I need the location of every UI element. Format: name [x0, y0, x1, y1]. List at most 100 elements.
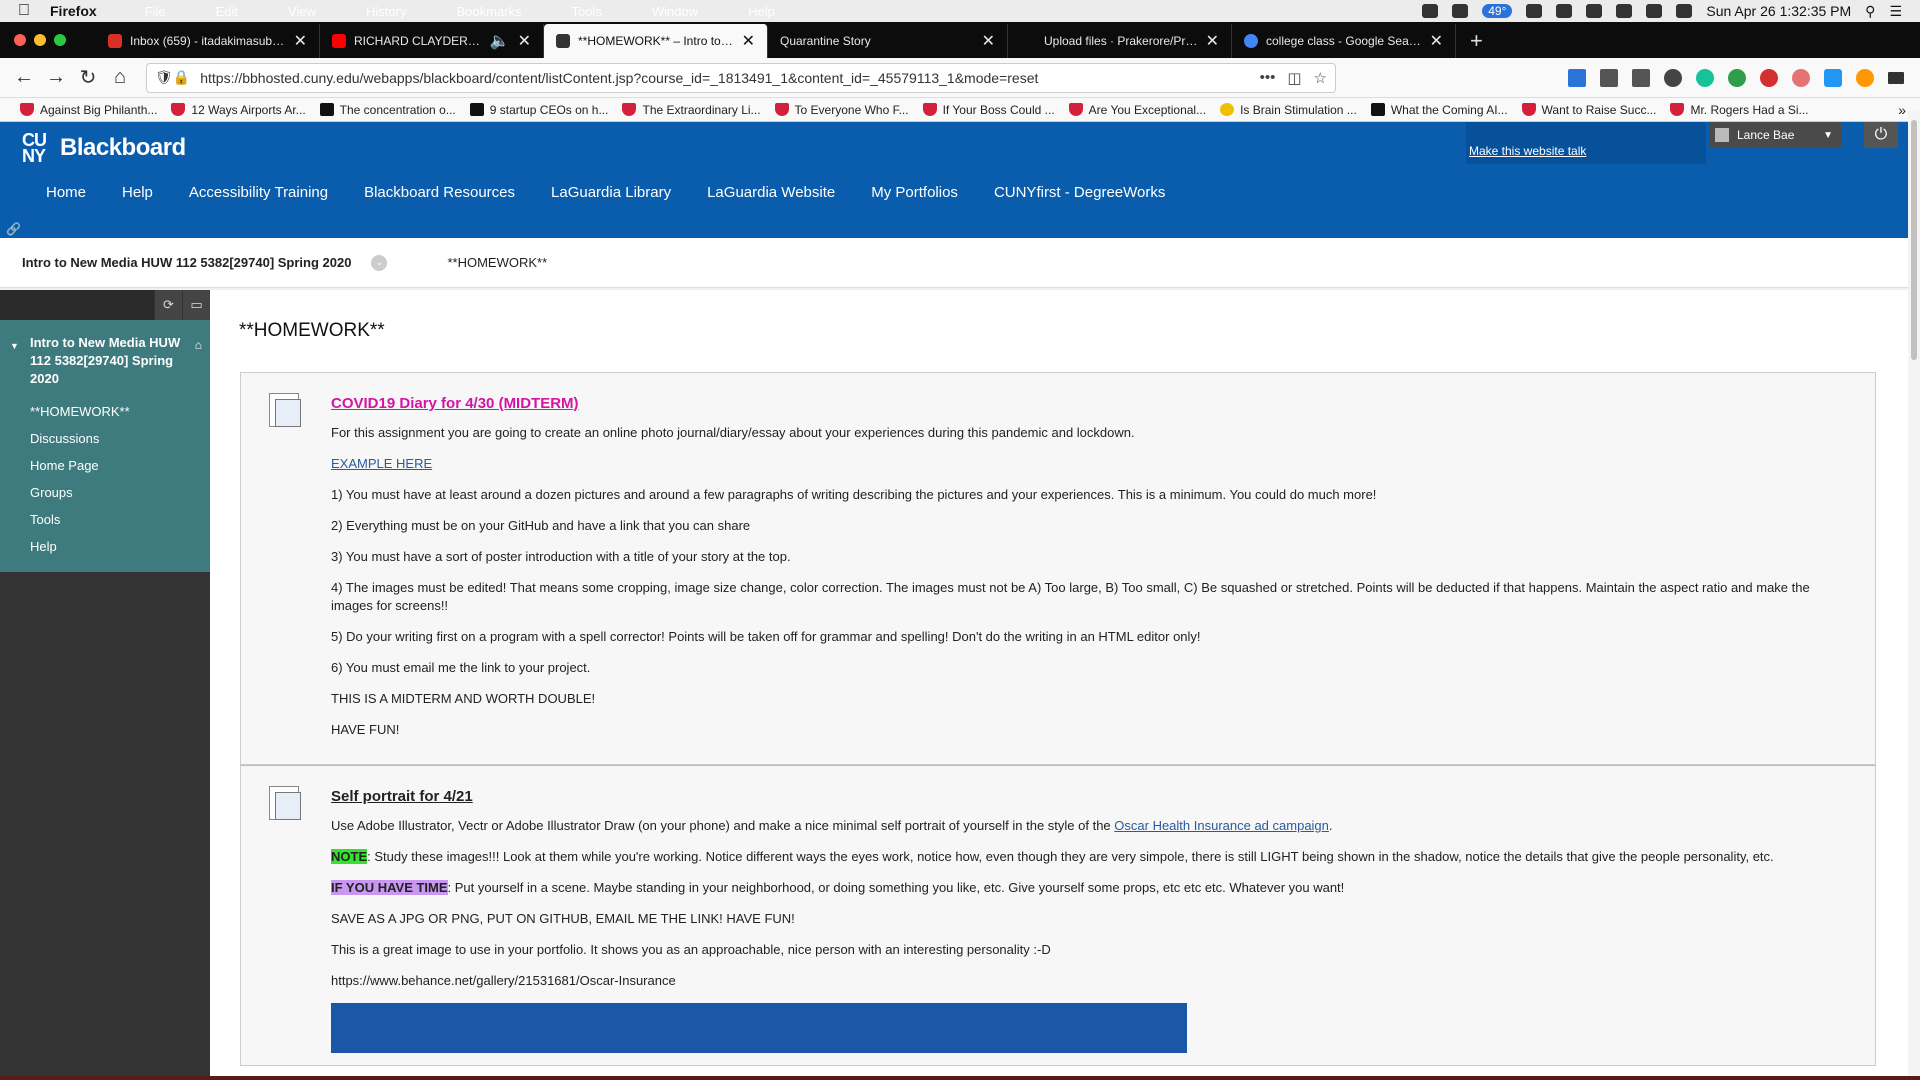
- bookmark-item[interactable]: 9 startup CEOs on h...: [469, 103, 608, 117]
- tab-upload-files[interactable]: Upload files · Prakerore/Prakere ✕: [1008, 24, 1232, 58]
- library-icon[interactable]: [1600, 68, 1618, 87]
- bluetooth-icon[interactable]: [1586, 4, 1603, 18]
- search-icon[interactable]: ⚲: [1865, 3, 1875, 20]
- breadcrumb-course[interactable]: Intro to New Media HUW 112 5382[29740] S…: [22, 255, 351, 270]
- url-text[interactable]: https://bbhosted.cuny.edu/webapps/blackb…: [200, 70, 1247, 86]
- tab-homework[interactable]: **HOMEWORK** – Intro to New ✕: [544, 24, 768, 58]
- minimize-window-button[interactable]: [34, 34, 46, 46]
- chevron-down-icon[interactable]: ⌄: [371, 254, 388, 271]
- dropbox-icon[interactable]: [1422, 4, 1439, 18]
- cuny-blackboard-logo[interactable]: CU NY Blackboard: [22, 131, 186, 165]
- audio-icon[interactable]: 🔈: [490, 31, 510, 51]
- extension-b-icon[interactable]: [1728, 68, 1746, 87]
- bookmark-item[interactable]: The concentration o...: [319, 103, 456, 117]
- bookmark-item[interactable]: Mr. Rogers Had a Si...: [1670, 103, 1809, 117]
- grammarly-icon[interactable]: [1696, 68, 1714, 87]
- nav-laguardia-website[interactable]: LaGuardia Website: [707, 184, 835, 201]
- menu-tools[interactable]: Tools: [541, 0, 601, 25]
- nav-accessibility-training[interactable]: Accessibility Training: [189, 184, 328, 201]
- menu-bookmarks[interactable]: Bookmarks: [426, 0, 521, 25]
- bookmark-item[interactable]: If Your Boss Could ...: [922, 103, 1055, 117]
- gmail-icon[interactable]: [1452, 4, 1469, 18]
- oscar-campaign-link[interactable]: Oscar Health Insurance ad campaign: [1114, 818, 1329, 833]
- shield-extension-icon[interactable]: [1792, 68, 1810, 87]
- account-icon[interactable]: [1664, 68, 1682, 87]
- nav-laguardia-library[interactable]: LaGuardia Library: [551, 184, 671, 201]
- back-button[interactable]: ←: [8, 62, 40, 94]
- forward-button[interactable]: →: [40, 62, 72, 94]
- page-scrollbar[interactable]: [1908, 110, 1920, 1080]
- close-tab-icon[interactable]: ✕: [518, 31, 531, 51]
- tab-quarantine-story[interactable]: Quarantine Story ✕: [768, 24, 1008, 58]
- app-menu-firefox[interactable]: Firefox: [50, 3, 97, 19]
- sidebar-item-homework[interactable]: **HOMEWORK**: [0, 398, 210, 425]
- shield-icon[interactable]: 🛡: [155, 69, 173, 86]
- sidebar-item-help[interactable]: Help: [0, 533, 210, 560]
- extension-icon[interactable]: [1856, 68, 1874, 87]
- tab-google-search[interactable]: college class - Google Search ✕: [1232, 24, 1456, 58]
- wifi-icon[interactable]: [1616, 4, 1633, 18]
- close-tab-icon[interactable]: ✕: [1206, 31, 1219, 51]
- reload-button[interactable]: ↻: [72, 62, 104, 94]
- menu-help[interactable]: Help: [718, 0, 775, 25]
- control-center-icon[interactable]: ☰: [1889, 3, 1902, 20]
- bookmark-item[interactable]: Want to Raise Succ...: [1521, 103, 1656, 117]
- menu-file[interactable]: File: [115, 0, 166, 25]
- nav-cunyfirst-degreeworks[interactable]: CUNYfirst - DegreeWorks: [994, 184, 1165, 201]
- scrollbar-thumb[interactable]: [1911, 120, 1917, 360]
- bookmark-item[interactable]: Is Brain Stimulation ...: [1220, 103, 1357, 117]
- notification-extension-icon[interactable]: [1824, 68, 1842, 87]
- close-window-button[interactable]: [14, 34, 26, 46]
- bookmark-item[interactable]: What the Coming AI...: [1370, 103, 1508, 117]
- timemachine-icon[interactable]: [1556, 4, 1573, 18]
- bookmark-star-icon[interactable]: ☆: [1314, 69, 1327, 87]
- nav-help[interactable]: Help: [122, 184, 153, 201]
- sidebar-item-discussions[interactable]: Discussions: [0, 425, 210, 452]
- user-menu[interactable]: Lance Bae ▼: [1709, 122, 1841, 148]
- download-icon[interactable]: [1568, 68, 1586, 87]
- tab-inbox[interactable]: Inbox (659) - itadakimasuboysi ✕: [96, 24, 320, 58]
- pocket-icon[interactable]: ◫: [1287, 69, 1301, 87]
- make-website-talk-link[interactable]: Make this website talk: [1469, 144, 1586, 158]
- collapse-triangle-icon[interactable]: ▼: [10, 337, 19, 355]
- bookmark-item[interactable]: 12 Ways Airports Ar...: [171, 103, 306, 117]
- sidebar-item-tools[interactable]: Tools: [0, 506, 210, 533]
- item-title-link[interactable]: Self portrait for 4/21: [331, 788, 473, 805]
- menu-history[interactable]: History: [336, 0, 406, 25]
- mail-icon[interactable]: [1526, 4, 1543, 18]
- example-link[interactable]: EXAMPLE HERE: [331, 456, 432, 471]
- link-icon[interactable]: 🔗: [6, 222, 21, 236]
- bookmark-item[interactable]: The Extraordinary Li...: [622, 103, 761, 117]
- item-title-link[interactable]: COVID19 Diary for 4/30 (MIDTERM): [331, 395, 579, 412]
- lock-icon[interactable]: 🔒: [173, 69, 190, 86]
- url-bar[interactable]: 🛡 🔒 https://bbhosted.cuny.edu/webapps/bl…: [146, 62, 1336, 93]
- bookmark-item[interactable]: To Everyone Who F...: [774, 103, 909, 117]
- close-tab-icon[interactable]: ✕: [982, 31, 995, 51]
- course-menu-title[interactable]: ▼ Intro to New Media HUW 112 5382[29740]…: [0, 334, 210, 388]
- flag-icon[interactable]: [1676, 4, 1693, 18]
- bookmark-item[interactable]: Are You Exceptional...: [1068, 103, 1206, 117]
- menu-view[interactable]: View: [258, 0, 316, 25]
- tab-youtube[interactable]: RICHARD CLAYDERMAN - A 🔈 ✕: [320, 24, 544, 58]
- refresh-icon[interactable]: ⟳: [154, 290, 182, 320]
- new-tab-button[interactable]: +: [1456, 24, 1497, 58]
- page-actions-icon[interactable]: •••: [1260, 69, 1276, 86]
- bookmark-item[interactable]: Against Big Philanth...: [20, 103, 157, 117]
- logout-button[interactable]: ⏻: [1864, 122, 1898, 148]
- sidebar-icon[interactable]: [1632, 68, 1650, 87]
- close-tab-icon[interactable]: ✕: [742, 31, 755, 51]
- nav-home[interactable]: Home: [46, 184, 86, 201]
- sidebar-item-home-page[interactable]: Home Page: [0, 452, 210, 479]
- folder-icon[interactable]: ▭: [182, 290, 210, 320]
- nav-blackboard-resources[interactable]: Blackboard Resources: [364, 184, 515, 201]
- sidebar-item-groups[interactable]: Groups: [0, 479, 210, 506]
- close-tab-icon[interactable]: ✕: [294, 31, 307, 51]
- menu-icon[interactable]: [1888, 71, 1904, 84]
- home-button[interactable]: ⌂: [104, 62, 136, 94]
- volume-icon[interactable]: [1646, 4, 1663, 18]
- clock[interactable]: Sun Apr 26 1:32:35 PM: [1706, 3, 1851, 19]
- adblock-icon[interactable]: [1760, 68, 1778, 87]
- apple-icon[interactable]: : [18, 2, 30, 20]
- home-icon[interactable]: ⌂: [195, 336, 202, 354]
- menu-edit[interactable]: Edit: [186, 0, 238, 25]
